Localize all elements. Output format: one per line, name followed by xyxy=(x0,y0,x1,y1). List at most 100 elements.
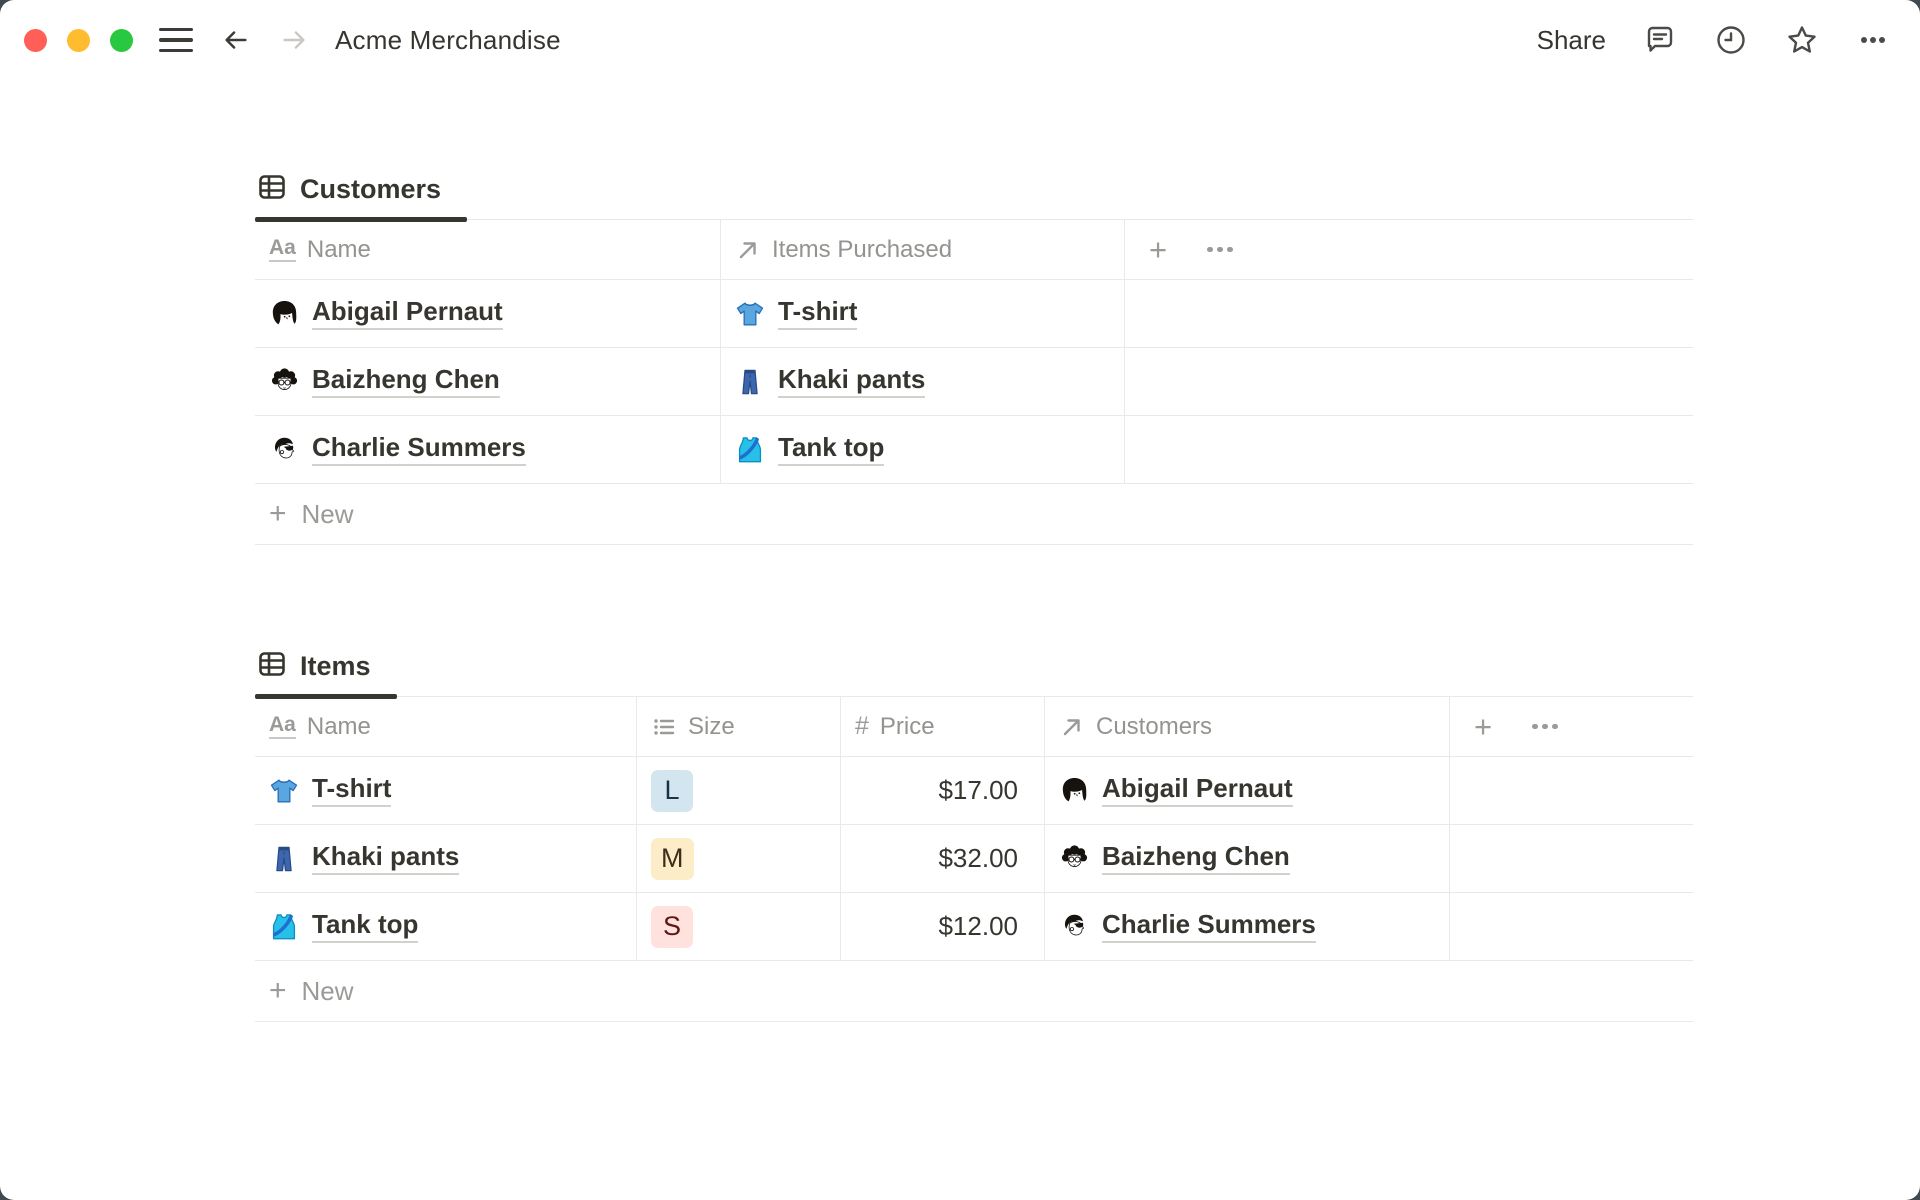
table-options-button[interactable] xyxy=(1532,723,1558,730)
page-link[interactable]: T-shirt xyxy=(778,296,858,331)
table-cell[interactable]: Charlie Summers xyxy=(255,416,721,483)
plus-icon: + xyxy=(269,497,287,530)
back-arrow-icon[interactable] xyxy=(221,25,251,55)
view-tab-customers[interactable]: Customers xyxy=(255,172,468,222)
column-header-price[interactable]: # Price xyxy=(841,697,1045,756)
table-cell[interactable]: $12.00 xyxy=(841,893,1045,960)
minimize-window-button[interactable] xyxy=(67,28,90,52)
table-header-actions: + xyxy=(1450,697,1693,756)
forward-arrow-icon[interactable] xyxy=(279,25,309,55)
table-view-icon xyxy=(257,649,287,684)
table-cell[interactable]: Abigail Pernaut xyxy=(255,280,721,347)
number-property-icon: # xyxy=(855,712,869,740)
table-cell[interactable]: Baizheng Chen xyxy=(255,348,721,415)
updates-clock-icon[interactable] xyxy=(1714,23,1748,57)
table-header-row: Aa Name Size # Price Customers + xyxy=(255,697,1693,757)
table-cell-empty[interactable] xyxy=(1450,893,1693,960)
page-link[interactable]: Charlie Summers xyxy=(312,432,526,467)
zoom-window-button[interactable] xyxy=(110,28,133,52)
table-cell[interactable]: $32.00 xyxy=(841,825,1045,892)
table-row: Tank top S $12.00 Charlie Summers xyxy=(255,893,1693,961)
favorite-star-icon[interactable] xyxy=(1785,23,1819,57)
column-header-label: Items Purchased xyxy=(772,235,953,263)
column-header-label: Customers xyxy=(1096,712,1213,740)
page-link[interactable]: Abigail Pernaut xyxy=(1102,773,1293,808)
page-link[interactable]: Khaki pants xyxy=(312,841,460,876)
table-cell-empty[interactable] xyxy=(1450,757,1693,824)
table-cell[interactable]: Khaki pants xyxy=(255,825,637,892)
page-link[interactable]: Khaki pants xyxy=(778,364,926,399)
charlie-avatar xyxy=(1059,912,1089,942)
page-link[interactable]: Abigail Pernaut xyxy=(312,296,503,331)
table-cell[interactable]: Tank top xyxy=(721,416,1125,483)
table-cell[interactable]: S xyxy=(637,893,841,960)
column-header-items-purchased[interactable]: Items Purchased xyxy=(721,220,1125,279)
table-cell-empty[interactable] xyxy=(1125,416,1693,483)
column-header-label: Name xyxy=(306,712,371,740)
sidebar-menu-icon[interactable] xyxy=(159,28,193,52)
column-header-customers[interactable]: Customers xyxy=(1045,697,1450,756)
view-tab-bar: Customers xyxy=(255,166,1693,222)
table-options-button[interactable] xyxy=(1207,246,1233,253)
tshirt-icon xyxy=(269,776,299,806)
table-cell[interactable]: Abigail Pernaut xyxy=(1045,757,1450,824)
table-cell[interactable]: Khaki pants xyxy=(721,348,1125,415)
khaki-pants-icon xyxy=(735,367,765,397)
table-cell[interactable]: Charlie Summers xyxy=(1045,893,1450,960)
column-header-label: Name xyxy=(306,235,371,263)
customers-database: Customers Aa Name Items Purchased + Abigail P… xyxy=(255,166,1693,545)
share-button[interactable]: Share xyxy=(1537,25,1606,56)
more-options-icon[interactable] xyxy=(1856,23,1890,57)
table-cell-empty[interactable] xyxy=(1450,825,1693,892)
topbar: Acme Merchandise Share xyxy=(0,0,1920,80)
table-cell[interactable]: L xyxy=(637,757,841,824)
column-header-name[interactable]: Aa Name xyxy=(255,220,721,279)
text-property-icon: Aa xyxy=(269,713,296,740)
table-row: Baizheng Chen Khaki pants xyxy=(255,348,1693,416)
table-cell[interactable]: $17.00 xyxy=(841,757,1045,824)
view-tab-label: Items xyxy=(300,651,371,681)
page-link[interactable]: Tank top xyxy=(312,909,419,944)
new-row-label: New xyxy=(301,975,354,1006)
text-property-icon: Aa xyxy=(269,236,296,263)
column-header-name[interactable]: Aa Name xyxy=(255,697,637,756)
tag-chip: L xyxy=(651,769,693,812)
close-window-button[interactable] xyxy=(24,28,47,52)
number-value: $17.00 xyxy=(938,775,1018,805)
table-cell[interactable]: Baizheng Chen xyxy=(1045,825,1450,892)
abigail-avatar xyxy=(269,299,299,329)
table-header-row: Aa Name Items Purchased + xyxy=(255,220,1693,280)
table-cell-empty[interactable] xyxy=(1125,280,1693,347)
page-title-breadcrumb[interactable]: Acme Merchandise xyxy=(335,25,561,56)
table-cell-empty[interactable] xyxy=(1125,348,1693,415)
table-cell[interactable]: M xyxy=(637,825,841,892)
comments-icon[interactable] xyxy=(1643,23,1677,57)
column-header-label: Price xyxy=(879,712,935,740)
page-link[interactable]: T-shirt xyxy=(312,773,392,808)
new-row-button[interactable]: + New xyxy=(255,484,1693,545)
column-header-label: Size xyxy=(688,712,735,740)
page-link[interactable]: Baizheng Chen xyxy=(312,364,500,399)
table-row: Khaki pants M $32.00 Baizheng Chen xyxy=(255,825,1693,893)
column-header-size[interactable]: Size xyxy=(637,697,841,756)
table-cell[interactable]: T-shirt xyxy=(255,757,637,824)
baizheng-avatar xyxy=(1059,844,1089,874)
page-link[interactable]: Baizheng Chen xyxy=(1102,841,1290,876)
add-property-button[interactable]: + xyxy=(1149,234,1167,265)
number-value: $12.00 xyxy=(938,911,1018,941)
baizheng-avatar xyxy=(269,367,299,397)
table-cell[interactable]: Tank top xyxy=(255,893,637,960)
view-tab-bar: Items xyxy=(255,643,1693,699)
page-link[interactable]: Charlie Summers xyxy=(1102,909,1316,944)
view-tab-items[interactable]: Items xyxy=(255,649,397,699)
new-row-button[interactable]: + New xyxy=(255,961,1693,1022)
items-database: Items Aa Name Size # Price Customers + T-shirt L $… xyxy=(255,643,1693,1022)
add-property-button[interactable]: + xyxy=(1474,711,1492,742)
tank-top-icon xyxy=(269,912,299,942)
page-link[interactable]: Tank top xyxy=(778,432,885,467)
table-row: T-shirt L $17.00 Abigail Pernaut xyxy=(255,757,1693,825)
table-cell[interactable]: T-shirt xyxy=(721,280,1125,347)
plus-icon: + xyxy=(269,974,287,1007)
relation-property-icon xyxy=(735,237,761,263)
new-row-label: New xyxy=(301,498,354,529)
